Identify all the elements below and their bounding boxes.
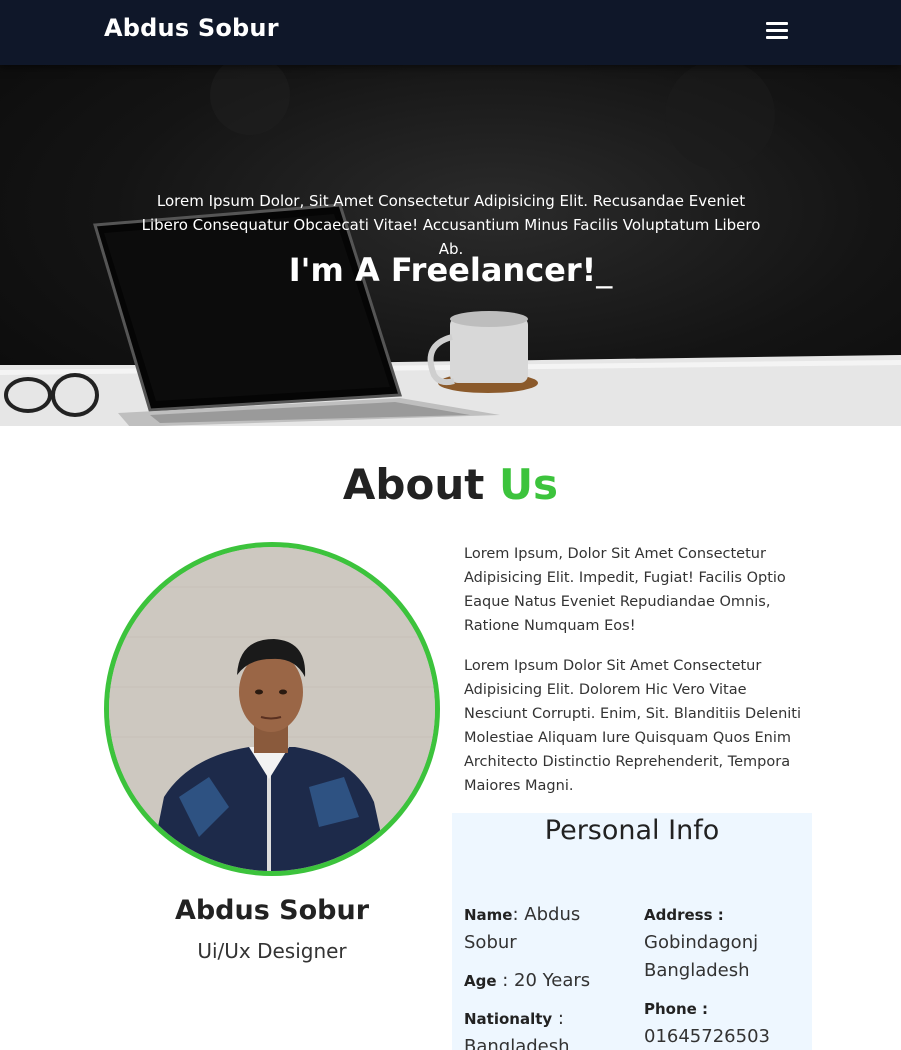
- info-phone: Phone : 01645726503: [644, 995, 804, 1050]
- info-age-value: : 20 Years: [496, 970, 591, 991]
- personal-info-title: Personal Info: [544, 815, 720, 846]
- info-address-value: Gobindagonj Bangladesh: [644, 932, 759, 981]
- about-paragraph-1: Lorem Ipsum, Dolor Sit Amet Consectetur …: [464, 546, 786, 634]
- personal-info-left-column: Name: Abdus Sobur Age : 20 Years Nationa…: [464, 901, 624, 1050]
- info-phone-label: Phone :: [644, 1000, 709, 1018]
- hamburger-menu-icon[interactable]: [766, 22, 788, 42]
- info-age-label: Age: [464, 972, 497, 990]
- info-nationality: Nationalty : Bangladesh: [464, 1005, 624, 1050]
- info-phone-value: 01645726503: [644, 1026, 770, 1047]
- hero-heading: I'm A Freelancer!_: [0, 251, 901, 289]
- profile-avatar: [104, 542, 440, 876]
- navbar: Abdus Sobur: [0, 0, 901, 65]
- about-title: About Us: [0, 460, 901, 509]
- info-age: Age : 20 Years: [464, 967, 624, 995]
- about-title-accent: Us: [498, 460, 559, 509]
- brand-logo[interactable]: Abdus Sobur: [104, 14, 279, 42]
- personal-info-right-column: Address : Gobindagonj Bangladesh Phone :…: [644, 901, 804, 1050]
- hero-section: Lorem Ipsum Dolor, Sit Amet Consectetur …: [0, 65, 901, 426]
- info-name-label: Name: [464, 906, 513, 924]
- info-name: Name: Abdus Sobur: [464, 901, 624, 957]
- about-title-main: About: [342, 460, 485, 509]
- info-nationality-label: Nationalty: [464, 1010, 553, 1028]
- info-address-label: Address :: [644, 906, 724, 924]
- personal-info-card: Personal Info Name: Abdus Sobur Age : 20…: [452, 813, 812, 1050]
- profile-role: Ui/Ux Designer: [197, 939, 347, 963]
- typing-caret: _: [596, 251, 613, 289]
- about-paragraph-2: Lorem Ipsum Dolor Sit Amet Consectetur A…: [464, 658, 802, 794]
- hero-heading-text: I'm A Freelancer!: [288, 251, 597, 289]
- info-address: Address : Gobindagonj Bangladesh: [644, 901, 804, 985]
- profile-name: Abdus Sobur: [174, 895, 370, 926]
